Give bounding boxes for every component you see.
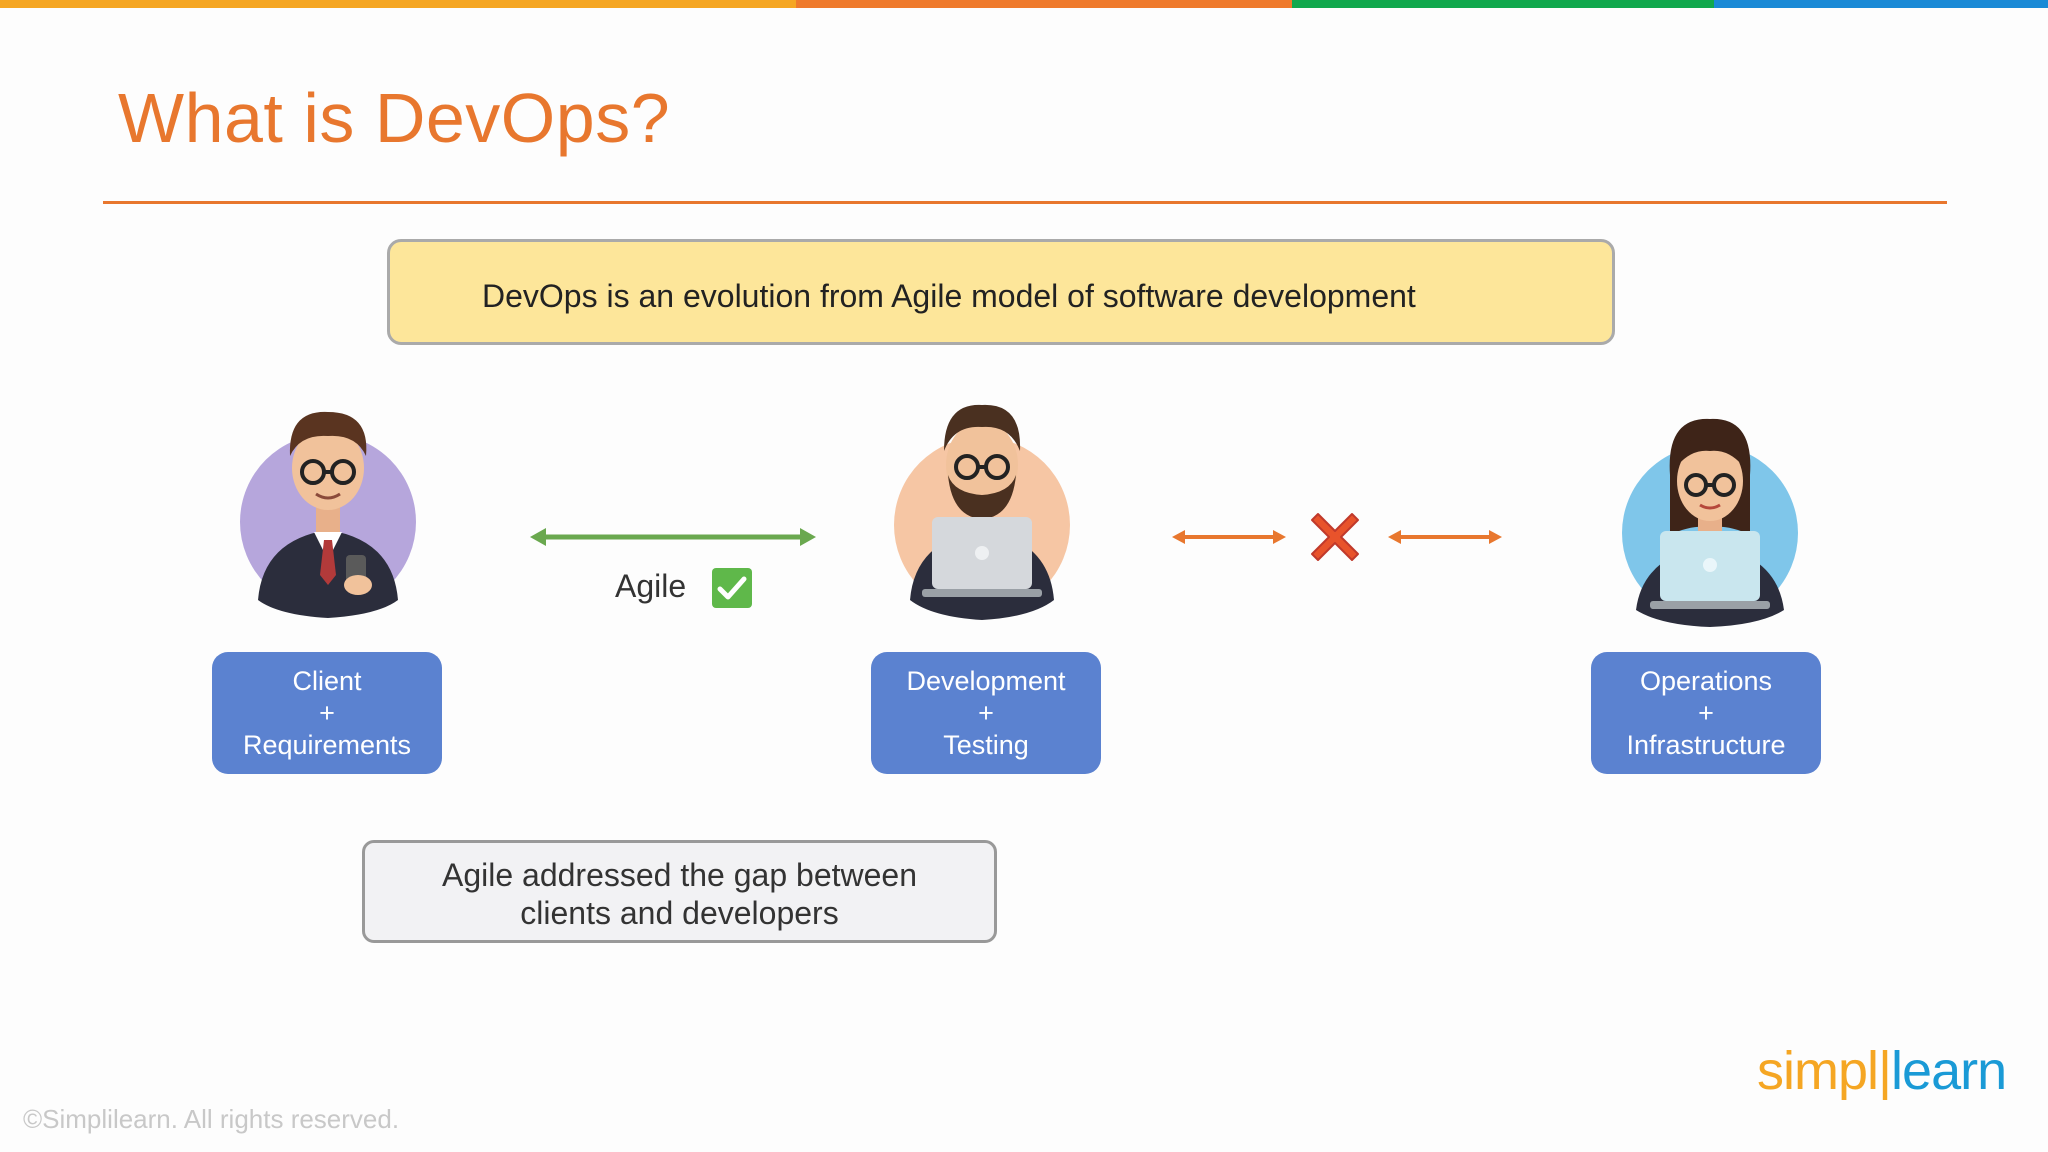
role-line1: Client <box>292 666 362 696</box>
agile-connection-arrow <box>530 528 816 546</box>
note-line2: clients and developers <box>520 895 839 931</box>
simplilearn-logo: simpl|learn <box>1757 1040 2007 1102</box>
slide-title: What is DevOps? <box>118 79 671 157</box>
development-testing-box: Development + Testing <box>871 652 1101 774</box>
role-line3: Testing <box>943 730 1029 760</box>
definition-text: DevOps is an evolution from Agile model … <box>482 278 1416 314</box>
dev-ops-arrow-right <box>1388 530 1502 544</box>
check-icon <box>712 568 752 608</box>
logo-separator: | <box>1878 1041 1892 1101</box>
top-strip-red-orange <box>796 0 1292 8</box>
developer-avatar <box>894 404 1070 620</box>
role-line1: Development <box>906 666 1066 696</box>
cross-icon <box>1311 513 1359 561</box>
logo-part1: simpl <box>1757 1041 1879 1101</box>
agile-label: Agile <box>615 568 687 604</box>
role-line2: + <box>1698 698 1714 728</box>
top-strip-orange <box>0 0 796 8</box>
role-line3: Infrastructure <box>1626 730 1786 760</box>
role-line3: Requirements <box>242 730 412 760</box>
role-line2: + <box>978 698 994 728</box>
top-color-strip <box>0 0 2048 8</box>
client-avatar <box>240 411 416 618</box>
logo-part2: learn <box>1891 1041 2007 1101</box>
top-strip-green <box>1292 0 1714 8</box>
note-line1: Agile addressed the gap between <box>441 857 917 893</box>
definition-banner: DevOps is an evolution from Agile model … <box>387 239 1615 345</box>
role-line2: + <box>319 698 335 728</box>
client-requirements-box: Client + Requirements <box>212 652 442 774</box>
dev-ops-arrow-left <box>1172 530 1286 544</box>
operations-avatar <box>1622 418 1798 627</box>
agile-note-box: Agile addressed the gap between clients … <box>362 840 997 943</box>
top-strip-blue <box>1714 0 2048 8</box>
title-divider <box>103 201 1947 204</box>
copyright-footer: ©Simplilearn. All rights reserved. <box>23 1104 400 1134</box>
operations-infrastructure-box: Operations + Infrastructure <box>1591 652 1821 774</box>
role-line1: Operations <box>1639 666 1773 696</box>
